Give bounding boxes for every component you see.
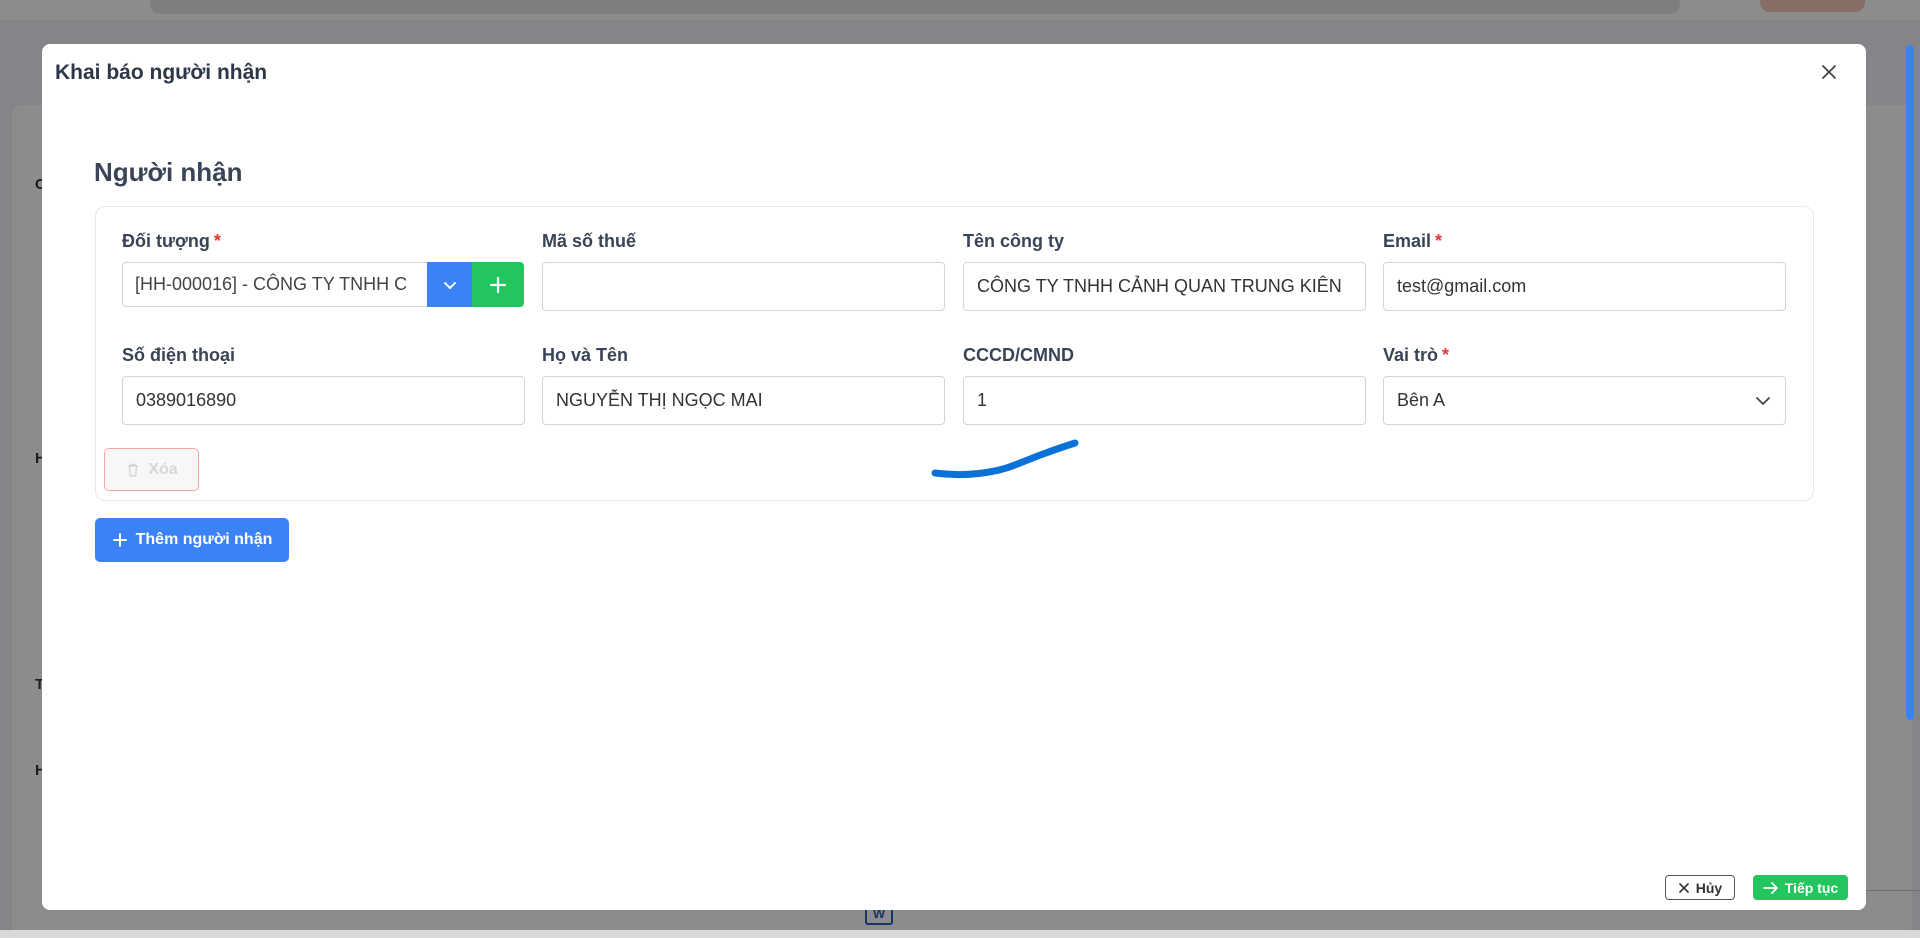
cccd-value: 1 — [977, 390, 988, 410]
so-dien-thoai-value: 0389016890 — [136, 390, 237, 410]
email-label-text: Email — [1383, 231, 1432, 251]
cancel-button-label: Hủy — [1695, 879, 1723, 896]
plus-icon — [112, 533, 127, 547]
trash-icon — [128, 463, 139, 477]
doi-tuong-dropdown-button[interactable] — [427, 262, 472, 307]
cancel-button[interactable]: Hủy — [1665, 875, 1735, 900]
vai-tro-label-text: Vai trò — [1383, 345, 1439, 365]
ho-va-ten-input[interactable]: NGUYỄN THỊ NGỌC MAI — [542, 376, 945, 425]
chevron-down-icon — [1756, 396, 1770, 405]
section-title: Người nhận — [94, 157, 243, 187]
bottom-strip — [0, 930, 1920, 938]
continue-button-label: Tiếp tục — [1784, 879, 1839, 896]
cccd-input[interactable]: 1 — [963, 376, 1366, 425]
cccd-label: CCCD/CMND — [963, 345, 1074, 365]
doi-tuong-add-button[interactable] — [472, 262, 524, 307]
required-mark: * — [1435, 231, 1443, 251]
email-value: test@gmail.com — [1397, 276, 1527, 296]
page-scrollbar[interactable] — [1906, 45, 1914, 720]
so-dien-thoai-input[interactable]: 0389016890 — [122, 376, 525, 425]
doi-tuong-label-text: Đối tượng — [122, 231, 210, 251]
doi-tuong-combobox[interactable]: [HH-000016] - CÔNG TY TNHH C — [122, 262, 471, 307]
so-dien-thoai-label: Số điện thoại — [122, 345, 236, 365]
ma-so-thue-field[interactable] — [556, 276, 931, 297]
add-recipient-label: Thêm người nhận — [135, 531, 273, 548]
doi-tuong-value: [HH-000016] - CÔNG TY TNHH C — [135, 274, 408, 294]
vai-tro-value: Bên A — [1397, 390, 1446, 410]
ho-va-ten-label: Họ và Tên — [542, 345, 629, 365]
vai-tro-label: Vai trò * — [1383, 345, 1449, 366]
ten-cong-ty-value: CÔNG TY TNHH CẢNH QUAN TRUNG KIÊN — [977, 276, 1342, 296]
continue-button[interactable]: Tiếp tục — [1753, 875, 1848, 900]
ho-va-ten-value: NGUYỄN THỊ NGỌC MAI — [556, 390, 763, 410]
ma-so-thue-label: Mã số thuế — [542, 231, 637, 251]
pen-annotation — [931, 439, 1079, 479]
close-icon[interactable] — [1817, 60, 1841, 84]
add-recipient-button[interactable]: Thêm người nhận — [95, 518, 289, 562]
close-icon — [1678, 882, 1689, 893]
ten-cong-ty-input[interactable]: CÔNG TY TNHH CẢNH QUAN TRUNG KIÊN — [963, 262, 1366, 311]
doi-tuong-label: Đối tượng * — [122, 231, 221, 252]
email-label: Email * — [1383, 231, 1442, 252]
delete-button-label: Xóa — [148, 460, 178, 478]
ten-cong-ty-label: Tên công ty — [963, 231, 1065, 251]
plus-icon — [489, 276, 507, 293]
ma-so-thue-input[interactable] — [542, 262, 945, 311]
required-mark: * — [1442, 345, 1450, 365]
email-input[interactable]: test@gmail.com — [1383, 262, 1786, 311]
arrow-right-icon — [1762, 881, 1778, 894]
delete-button[interactable]: Xóa — [104, 448, 199, 491]
vai-tro-select[interactable]: Bên A — [1383, 376, 1786, 425]
required-mark: * — [213, 231, 221, 251]
modal-title: Khai báo người nhận — [55, 61, 268, 84]
chevron-down-icon — [443, 281, 456, 289]
